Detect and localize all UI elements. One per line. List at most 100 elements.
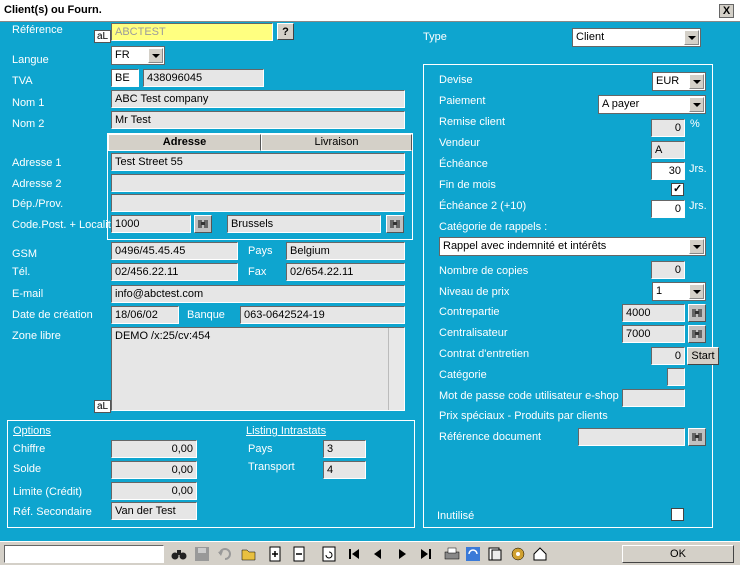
gsm-field[interactable]: 0496/45.45.45 (111, 242, 238, 260)
refresh-icon[interactable] (320, 545, 338, 563)
tel-label: Tél. (12, 266, 31, 278)
vendeur-label: Vendeur (439, 137, 480, 149)
banque-label: Banque (187, 309, 225, 321)
tva-number-field[interactable]: 438096045 (143, 69, 264, 87)
search-lookup-icon[interactable] (688, 304, 706, 322)
next-record-icon[interactable] (393, 545, 411, 563)
chevron-down-icon[interactable] (148, 48, 163, 63)
tools-icon[interactable] (509, 545, 527, 563)
mdp-field[interactable] (622, 389, 685, 407)
tab-adresse[interactable]: Adresse (108, 134, 261, 151)
limite-label: Limite (Crédit) (13, 486, 83, 498)
intrastat-pays-label: Pays (248, 443, 273, 455)
nom1-field[interactable]: ABC Test company (111, 90, 405, 108)
categorie-field[interactable] (667, 368, 685, 386)
echeance-field[interactable]: 30 (651, 162, 685, 180)
refdoc-field[interactable] (578, 428, 685, 446)
zone-textarea[interactable]: DEMO /x:25/cv:454 (111, 327, 405, 411)
finmois-checkbox[interactable]: ✓ (671, 183, 684, 196)
nom2-field[interactable]: Mr Test (111, 111, 405, 129)
copies-label: Nombre de copies (439, 265, 529, 277)
finmois-label: Fin de mois (439, 179, 496, 191)
echeance-unit: Jrs. (689, 163, 707, 175)
open-folder-icon[interactable] (240, 545, 258, 563)
solde-field[interactable]: 0,00 (111, 461, 197, 479)
last-record-icon[interactable] (417, 545, 435, 563)
inutilise-checkbox[interactable] (671, 508, 684, 521)
search-input[interactable] (4, 545, 164, 563)
categorie-rappels-select[interactable]: Rappel avec indemnité et intérêts (439, 237, 706, 256)
vendeur-field[interactable]: A (651, 141, 685, 159)
niveau-select[interactable]: 1 (652, 282, 706, 301)
sync-icon[interactable] (464, 545, 482, 563)
delete-document-icon[interactable] (290, 545, 308, 563)
first-record-icon[interactable] (345, 545, 363, 563)
close-button[interactable]: X (719, 4, 734, 18)
search-lookup-icon[interactable] (194, 215, 212, 233)
reference-al-badge[interactable]: aL (94, 30, 112, 43)
contrepartie-field[interactable]: 4000 (622, 304, 685, 322)
refsec-field[interactable]: Van der Test (111, 502, 197, 520)
codepost-field[interactable]: 1000 (111, 215, 191, 233)
tel-field[interactable]: 02/456.22.11 (111, 263, 238, 281)
search-lookup-icon[interactable] (688, 325, 706, 343)
intrastat-pays-field[interactable]: 3 (323, 440, 366, 458)
email-label: E-mail (12, 288, 44, 300)
transport-field[interactable]: 4 (323, 461, 366, 479)
contrepartie-label: Contrepartie (439, 306, 500, 318)
remise-field[interactable]: 0 (651, 119, 685, 137)
limite-field[interactable]: 0,00 (111, 482, 197, 500)
search-lookup-icon[interactable] (688, 428, 706, 446)
reference-field[interactable]: ABCTEST (111, 23, 273, 41)
adresse2-field[interactable] (111, 174, 405, 192)
previous-record-icon[interactable] (369, 545, 387, 563)
chevron-down-icon[interactable] (689, 239, 704, 254)
prix-label[interactable]: Prix spéciaux - Produits par clients (439, 410, 608, 422)
categorie-rappels-label: Catégorie de rappels : (439, 221, 548, 233)
localite-field[interactable]: Brussels (227, 215, 381, 233)
document-stack-icon[interactable] (486, 545, 504, 563)
bottom-toolbar: OK (0, 541, 740, 565)
fax-field[interactable]: 02/654.22.11 (286, 263, 405, 281)
paiement-select[interactable]: A payer (598, 95, 706, 114)
mdp-label: Mot de passe code utilisateur e-shop (439, 390, 619, 402)
type-select[interactable]: Client (572, 28, 701, 47)
centralisateur-field[interactable]: 7000 (622, 325, 685, 343)
search-lookup-icon[interactable] (386, 215, 404, 233)
categorie-rappels-value: Rappel avec indemnité et intérêts (443, 240, 607, 252)
dep-field[interactable] (111, 194, 405, 212)
echeance2-field[interactable]: 0 (651, 200, 685, 218)
pays-field[interactable]: Belgium (286, 242, 405, 260)
devise-select[interactable]: EUR (652, 72, 706, 91)
help-button[interactable]: ? (277, 23, 294, 40)
chevron-down-icon[interactable] (689, 74, 704, 89)
home-icon[interactable] (531, 545, 549, 563)
tab-livraison[interactable]: Livraison (261, 134, 412, 151)
ok-button[interactable]: OK (622, 545, 734, 563)
chiffre-field[interactable]: 0,00 (111, 440, 197, 458)
date-field[interactable]: 18/06/02 (111, 306, 179, 324)
binoculars-icon[interactable] (170, 545, 188, 563)
chevron-down-icon[interactable] (689, 284, 704, 299)
chevron-down-icon[interactable] (689, 97, 704, 112)
zone-al-badge[interactable]: aL (94, 400, 112, 413)
fax-label: Fax (248, 266, 267, 278)
email-field[interactable]: info@abctest.com (111, 285, 405, 303)
zone-scrollbar[interactable] (388, 328, 404, 410)
banque-field[interactable]: 063-0642524-19 (240, 306, 405, 324)
transport-label: Transport (248, 461, 295, 473)
adresse1-field[interactable]: Test Street 55 (111, 153, 405, 171)
print-icon[interactable] (443, 545, 461, 563)
new-document-icon[interactable] (266, 545, 284, 563)
tva-country-field[interactable]: BE (111, 69, 139, 87)
start-button[interactable]: Start (687, 347, 719, 365)
save-icon[interactable] (193, 545, 211, 563)
contrat-field[interactable]: 0 (651, 347, 685, 365)
gsm-label: GSM (12, 248, 38, 260)
type-value: Client (576, 31, 605, 43)
copies-field[interactable]: 0 (651, 261, 685, 279)
undo-icon[interactable] (216, 545, 234, 563)
tva-label: TVA (12, 75, 33, 87)
chevron-down-icon[interactable] (684, 30, 699, 45)
langue-select[interactable]: FR (111, 46, 165, 65)
